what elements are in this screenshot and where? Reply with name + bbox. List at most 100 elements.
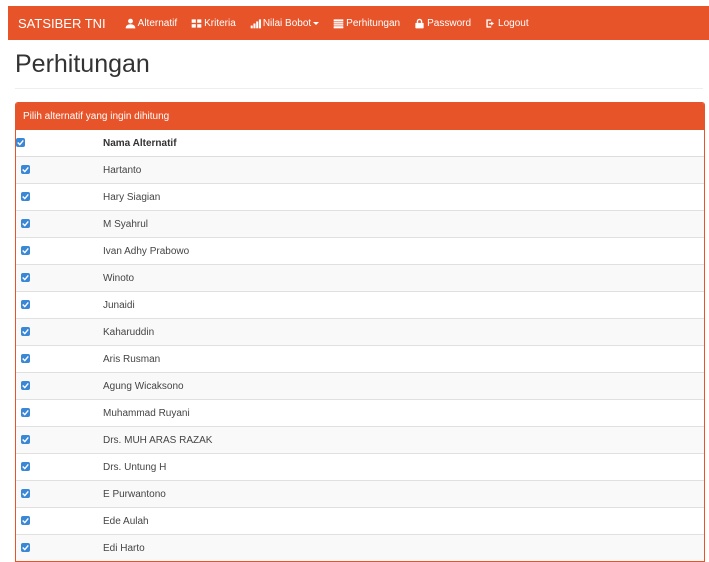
alternative-name: Junaidi xyxy=(103,291,704,319)
check-icon xyxy=(22,329,29,335)
table-row: Kaharuddin xyxy=(16,318,704,346)
row-checkbox[interactable] xyxy=(21,435,30,445)
nav-item-perhitungan[interactable]: Perhitungan xyxy=(333,18,400,29)
checkbox-cell xyxy=(16,237,103,265)
th-large-icon xyxy=(191,18,202,28)
nav-item-password[interactable]: Password xyxy=(414,18,471,29)
alternative-name: Ede Aulah xyxy=(103,507,704,535)
page-title: Perhitungan xyxy=(15,50,150,78)
table-row: E Purwantono xyxy=(16,480,704,508)
row-checkbox[interactable] xyxy=(21,462,30,472)
column-header-nama-alternatif: Nama Alternatif xyxy=(103,130,704,157)
table-row: Drs. Untung H xyxy=(16,453,704,481)
check-icon xyxy=(22,275,29,281)
alternative-name: Hartanto xyxy=(103,156,704,184)
table-row: Aris Rusman xyxy=(16,345,704,373)
table-row: Junaidi xyxy=(16,291,704,319)
row-checkbox[interactable] xyxy=(21,327,30,337)
alternative-name: Ivan Adhy Prabowo xyxy=(103,237,704,265)
nav-item-label: Kriteria xyxy=(204,17,236,29)
table-row: Agung Wicaksono xyxy=(16,372,704,400)
row-checkbox[interactable] xyxy=(21,273,30,283)
alternative-name: Hary Siagian xyxy=(103,183,704,211)
table-row: Ede Aulah xyxy=(16,507,704,535)
checkbox-cell xyxy=(16,534,103,561)
navbar: SATSIBER TNI Alternatif Kriteria Nilai B… xyxy=(8,6,709,40)
checkbox-cell xyxy=(16,318,103,346)
check-icon xyxy=(22,437,29,443)
signal-icon xyxy=(250,18,261,28)
check-icon xyxy=(22,491,29,497)
row-checkbox[interactable] xyxy=(21,381,30,391)
alternative-selection-panel: Pilih alternatif yang ingin dihitung Nam… xyxy=(15,102,705,562)
nav-item-alternatif[interactable]: Alternatif xyxy=(125,18,177,29)
nav-item-logout[interactable]: Logout xyxy=(485,18,529,29)
checkbox-cell xyxy=(16,156,103,184)
nav-item-kriteria[interactable]: Kriteria xyxy=(191,18,236,29)
alternative-name: E Purwantono xyxy=(103,480,704,508)
checkbox-cell xyxy=(16,480,103,508)
row-checkbox[interactable] xyxy=(21,408,30,418)
row-checkbox[interactable] xyxy=(21,192,30,202)
chevron-down-icon xyxy=(313,22,320,25)
table-row: Winoto xyxy=(16,264,704,292)
checkbox-cell xyxy=(16,426,103,454)
row-checkbox[interactable] xyxy=(21,246,30,256)
alternative-name: Drs. Untung H xyxy=(103,453,704,481)
check-icon xyxy=(22,194,29,200)
row-checkbox[interactable] xyxy=(21,516,30,526)
check-icon xyxy=(17,140,24,146)
row-checkbox[interactable] xyxy=(21,219,30,229)
nav-item-label: Logout xyxy=(498,17,529,29)
alternative-name: Drs. MUH ARAS RAZAK xyxy=(103,426,704,454)
checkbox-cell xyxy=(16,507,103,535)
row-checkbox[interactable] xyxy=(21,165,30,175)
checkbox-cell xyxy=(16,399,103,427)
alternatives-table: Nama Alternatif Hartanto Hary Siagian M Sy… xyxy=(16,130,704,561)
title-divider xyxy=(15,88,703,89)
check-icon xyxy=(22,356,29,362)
panel-heading: Pilih alternatif yang ingin dihitung xyxy=(16,103,704,130)
alternative-name: Muhammad Ruyani xyxy=(103,399,704,427)
table-row: Hary Siagian xyxy=(16,183,704,211)
nav-item-label: Nilai Bobot xyxy=(262,17,312,29)
nav-item-label: Alternatif xyxy=(137,17,178,29)
nav-item-label: Password xyxy=(427,17,472,29)
check-icon xyxy=(22,383,29,389)
alternative-name: Agung Wicaksono xyxy=(103,372,704,400)
check-icon xyxy=(22,410,29,416)
check-icon xyxy=(22,545,29,551)
calendar-icon xyxy=(333,18,344,28)
select-all-cell xyxy=(16,130,103,157)
alternative-name: Winoto xyxy=(103,264,704,292)
row-checkbox[interactable] xyxy=(21,543,30,553)
checkbox-cell xyxy=(16,210,103,238)
user-icon xyxy=(125,18,135,28)
check-icon xyxy=(22,248,29,254)
table-row: Drs. MUH ARAS RAZAK xyxy=(16,426,704,454)
navbar-brand[interactable]: SATSIBER TNI xyxy=(8,16,118,31)
checkbox-cell xyxy=(16,453,103,481)
table-row: Hartanto xyxy=(16,156,704,184)
checkbox-cell xyxy=(16,183,103,211)
row-checkbox[interactable] xyxy=(21,489,30,499)
alternative-name: Aris Rusman xyxy=(103,345,704,373)
row-checkbox[interactable] xyxy=(21,354,30,364)
table-row: Edi Harto xyxy=(16,534,704,561)
check-icon xyxy=(22,167,29,173)
check-icon xyxy=(22,302,29,308)
logout-icon xyxy=(486,18,494,28)
lock-icon xyxy=(415,18,424,28)
row-checkbox[interactable] xyxy=(21,300,30,310)
checkbox-cell xyxy=(16,264,103,292)
alternative-name: Edi Harto xyxy=(103,534,704,561)
nav-item-nilai-bobot[interactable]: Nilai Bobot xyxy=(250,17,320,29)
select-all-checkbox[interactable] xyxy=(16,138,25,148)
check-icon xyxy=(22,221,29,227)
alternative-name: M Syahrul xyxy=(103,210,704,238)
check-icon xyxy=(22,464,29,470)
checkbox-cell xyxy=(16,372,103,400)
table-row: Muhammad Ruyani xyxy=(16,399,704,427)
checkbox-cell xyxy=(16,345,103,373)
alternative-name: Kaharuddin xyxy=(103,318,704,346)
